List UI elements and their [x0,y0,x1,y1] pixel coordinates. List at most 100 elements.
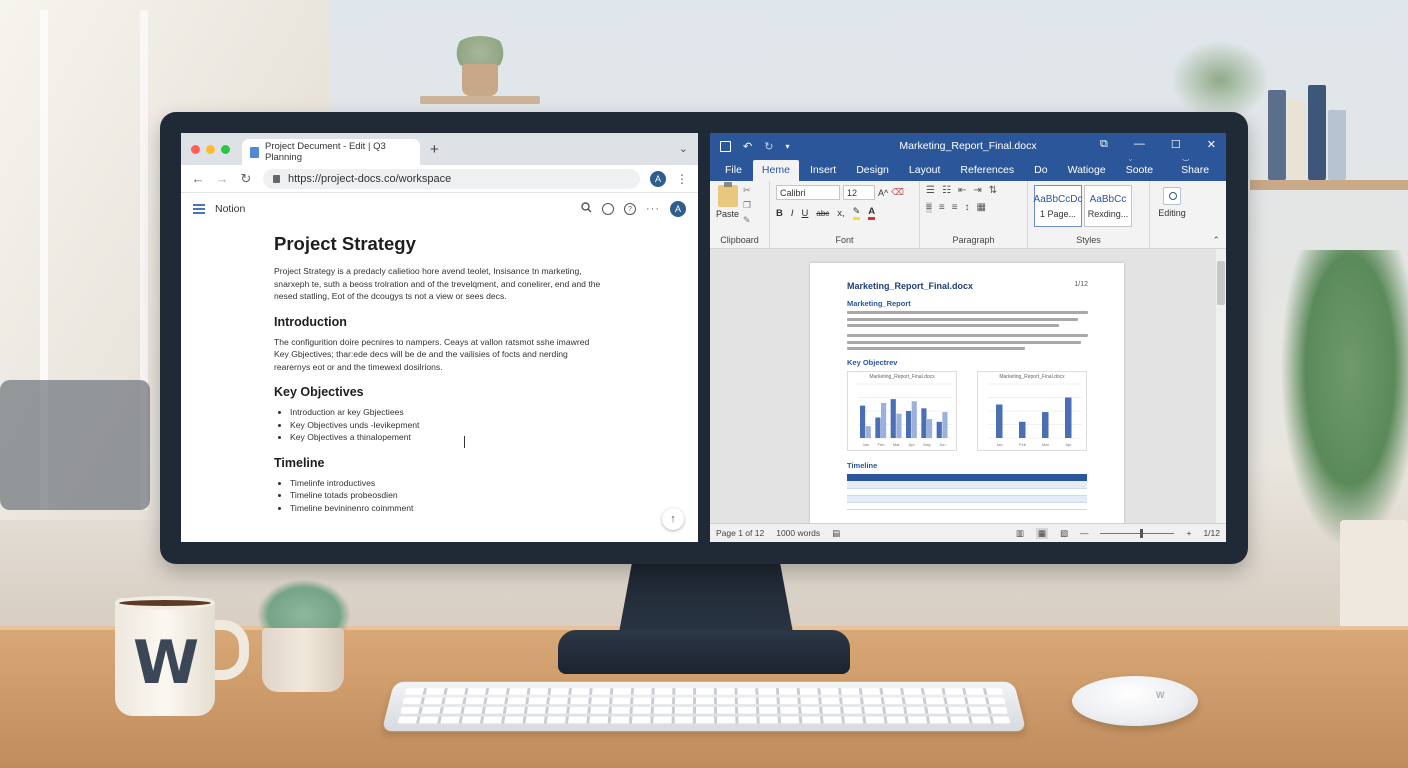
redo-icon[interactable]: ↻ [764,140,773,153]
close-dot[interactable] [191,144,200,154]
chart-bar [881,402,887,438]
zoom-in-button[interactable]: + [1186,528,1191,538]
proofing-icon[interactable]: ▤ [832,528,840,539]
tab-do[interactable]: Do [1025,160,1056,181]
bullets-icon[interactable]: ☰ [926,185,935,196]
list-item: Key Objectives a thinalopement [290,431,601,444]
indent-icon[interactable]: ⇥ [973,185,981,196]
more-options-icon[interactable]: ··· [646,203,660,215]
ribbon: Paste ✂ ❐ ✎ Clipboard Calibri 12 A^ ⌫ B … [710,181,1226,249]
tab-home[interactable]: Heme [752,160,799,181]
align-center-icon[interactable]: ≡ [939,202,945,213]
document-body[interactable]: Project Strategy Project Strategy is a p… [181,233,601,514]
chevron-down-icon[interactable]: ⌄ [679,142,688,155]
borders-icon[interactable]: ▦ [977,202,986,213]
paste-button[interactable]: Paste [716,182,739,219]
reload-icon[interactable]: ↻ [239,171,253,187]
editing-group[interactable]: Editing [1150,181,1194,248]
search-icon[interactable] [581,202,592,216]
qat-more-icon[interactable]: ▾ [785,142,789,151]
italic-button[interactable]: I [791,208,794,219]
profile-avatar[interactable]: A [650,170,666,187]
new-tab-button[interactable]: + [430,141,439,158]
forward-icon[interactable]: → [215,171,229,186]
strikethrough-button[interactable]: abc [816,209,829,218]
section-heading: Key Objectives [274,385,364,399]
word-count[interactable]: 1000 words [776,528,820,538]
maximize-icon[interactable]: ☐ [1171,138,1181,151]
x-tick-label: Jan [862,442,868,447]
highlight-icon[interactable]: ✎ [852,206,861,220]
objectives-list: Introduction ar key Gbjectiees Key Objec… [290,406,601,444]
numbering-icon[interactable]: ☷ [942,185,951,196]
align-left-icon[interactable]: ≡ [926,202,932,213]
zoom-slider[interactable] [1100,528,1175,538]
tab-file[interactable]: File [716,160,751,181]
style-option[interactable]: AaBbCc Rexding... [1084,185,1132,227]
clear-format-icon[interactable]: ⌫ [891,187,904,198]
menu-icon[interactable] [193,204,205,214]
line-spacing-icon[interactable]: ↕ [965,202,970,213]
chart-bar [942,412,948,438]
font-name-select[interactable]: Calibri [776,185,840,200]
font-size-select[interactable]: 12 [843,185,875,200]
web-layout-icon[interactable]: ▧ [1060,528,1068,539]
format-painter-icon[interactable]: ✎ [743,215,751,226]
x-tick-label: Feb [1019,442,1027,447]
quick-access-toolbar: ↶ ↻ ▾ [720,140,789,153]
document-canvas[interactable]: Marketing_Report_Final.docx 1/12 Marketi… [710,249,1216,523]
scrollbar-thumb[interactable] [1217,261,1225,305]
help-icon[interactable]: ? [624,203,636,215]
more-menu-icon[interactable]: ⋮ [676,172,688,186]
tab-references[interactable]: References [951,160,1023,181]
font-color-icon[interactable]: A [868,206,876,220]
url-input[interactable]: https://project-docs.co/workspace [263,168,640,189]
chart-bar [996,404,1003,438]
undo-icon[interactable]: ↶ [743,140,752,153]
document-page[interactable]: Marketing_Report_Final.docx 1/12 Marketi… [810,263,1124,523]
print-layout-icon[interactable]: ▦ [1035,527,1048,539]
user-avatar[interactable]: A [670,201,686,217]
chart-bar [1042,412,1049,438]
tab-design[interactable]: Design [847,160,898,181]
intro-paragraph: Project Strategy is a predacly calietioo… [274,266,601,301]
ribbon-display-icon[interactable]: ⧉ [1100,138,1108,151]
tab-insert[interactable]: Insert [801,160,845,181]
zoom-out-button[interactable]: — [1080,528,1089,538]
x-tick-label: Feb [878,442,886,447]
minimize-dot[interactable] [206,144,215,154]
page-count[interactable]: Page 1 of 12 [716,528,764,538]
copy-icon[interactable]: ❐ [743,200,751,211]
read-mode-icon[interactable]: ▥ [1016,528,1024,539]
minimize-icon[interactable]: — [1134,138,1145,151]
tab-title: Project Decument - Edit | Q3 Planning [265,141,386,163]
tab-layout[interactable]: Layout [900,160,950,181]
chart-bar [890,399,896,438]
comments-icon[interactable] [602,203,614,215]
collapse-ribbon-icon[interactable]: ⌃ [1212,235,1220,246]
maximize-dot[interactable] [221,144,230,154]
tab-watioge[interactable]: Watioge [1059,160,1115,181]
page-heading: Marketing_Report_Final.docx 1/12 [847,281,1088,291]
save-icon[interactable] [720,140,731,152]
list-item: Timelinfe introductives [290,477,601,490]
cut-icon[interactable]: ✂ [743,185,751,196]
subscript-button[interactable]: x, [837,208,844,219]
monitor-base [558,630,850,674]
address-bar-row: ← → ↻ https://project-docs.co/workspace … [181,165,698,193]
chart-bar [936,421,942,438]
close-icon[interactable]: ✕ [1207,138,1216,151]
style-option[interactable]: AaBbCcDc 1 Page... [1034,185,1082,227]
sort-icon[interactable]: ⇅ [989,185,997,196]
outdent-icon[interactable]: ⇤ [958,185,966,196]
scroll-to-top-button[interactable]: ↑ [662,508,684,530]
browser-tab[interactable]: Project Decument - Edit | Q3 Planning [242,139,420,165]
bold-button[interactable]: B [776,208,783,219]
back-icon[interactable]: ← [191,171,205,186]
align-right-icon[interactable]: ≡ [952,202,958,213]
chart-bar [927,419,933,438]
window-controls [191,144,230,154]
grow-font-icon[interactable]: A^ [878,188,888,198]
underline-button[interactable]: U [802,208,809,219]
page-title-text: Marketing_Report_Final.docx [847,281,974,291]
